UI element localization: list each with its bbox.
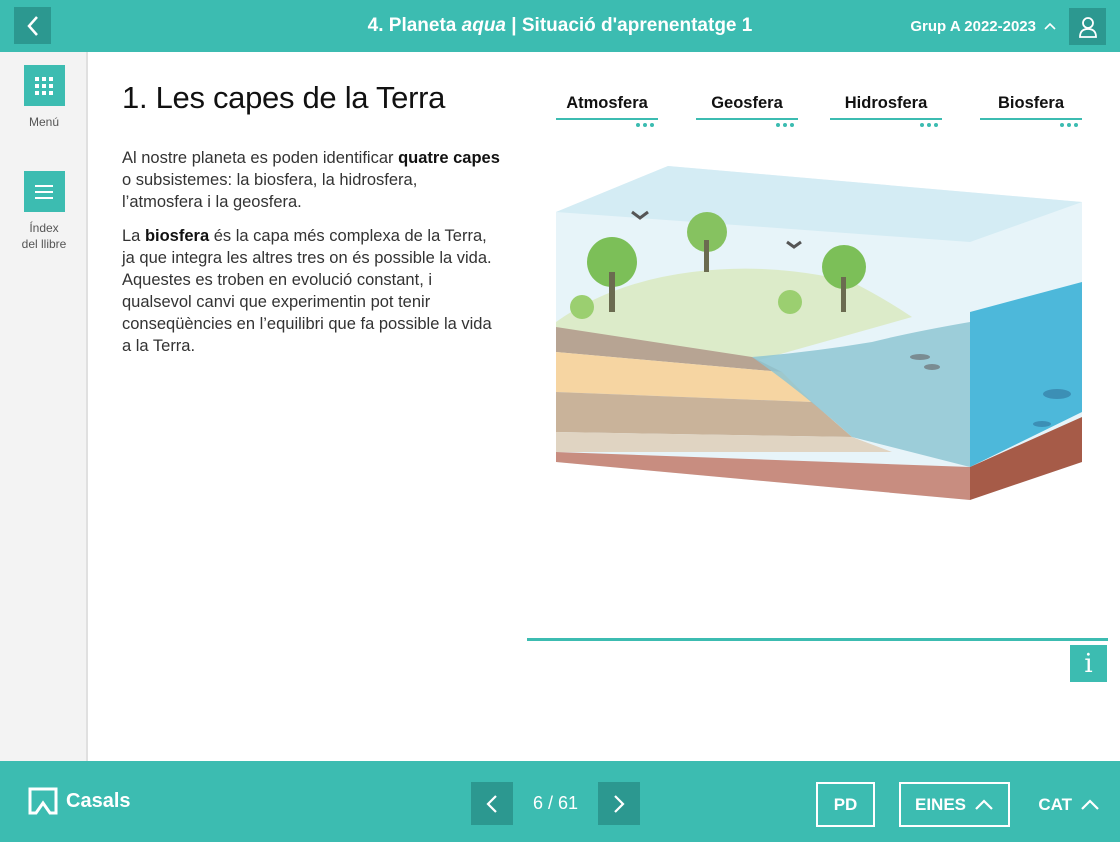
- menu-button[interactable]: [23, 65, 65, 106]
- more-dots-icon: [556, 123, 658, 127]
- sidebar-item-menu[interactable]: Menú: [0, 65, 88, 130]
- info-button[interactable]: i: [1070, 645, 1107, 682]
- sidebar: Menú Índex del llibre: [0, 52, 88, 761]
- language-selector[interactable]: CAT: [1038, 782, 1100, 827]
- chevron-left-icon: [486, 794, 497, 813]
- casals-logo-icon: [28, 787, 58, 815]
- group-selector[interactable]: Grup A 2022-2023: [910, 0, 1056, 52]
- group-label: Grup A 2022-2023: [910, 17, 1036, 35]
- paragraph-intro: Al nostre planeta es poden identificar q…: [122, 149, 500, 211]
- top-bar: 4. Planeta aqua | Situació d'aprenentatg…: [0, 0, 1120, 52]
- earth-layers-illustration: [556, 166, 1082, 500]
- back-button[interactable]: [14, 7, 51, 44]
- brand-name: Casals: [66, 789, 131, 812]
- chevron-right-icon: [614, 794, 625, 813]
- more-dots-icon: [980, 123, 1082, 127]
- chevron-left-icon: [26, 15, 38, 36]
- grid-icon: [35, 76, 53, 95]
- sidebar-item-label: Índex del llibre: [21, 221, 67, 251]
- tab-geosfera[interactable]: Geosfera: [696, 92, 798, 127]
- chevron-up-icon: [975, 798, 993, 810]
- index-button[interactable]: [23, 171, 65, 212]
- paragraph-biosphere: La biosfera és la capa més complexa de l…: [122, 227, 492, 355]
- user-icon: [1078, 16, 1097, 38]
- content-divider: [527, 638, 1108, 641]
- tab-biosfera[interactable]: Biosfera: [980, 92, 1082, 127]
- tools-button[interactable]: EINES: [899, 782, 1010, 827]
- page-navigator: 6 / 61: [471, 782, 640, 825]
- previous-page-button[interactable]: [471, 782, 513, 825]
- list-icon: [35, 184, 53, 199]
- pd-button[interactable]: PD: [816, 782, 875, 827]
- tab-atmosfera[interactable]: Atmosfera: [556, 92, 658, 127]
- chevron-up-icon: [1044, 22, 1056, 30]
- tab-hidrosfera[interactable]: Hidrosfera: [830, 92, 942, 127]
- main-content: 1. Les capes de la Terra Al nostre plane…: [90, 52, 1120, 761]
- page-title: 1. Les capes de la Terra: [122, 80, 446, 115]
- body-text: Al nostre planeta es poden identificar q…: [122, 147, 502, 369]
- more-dots-icon: [830, 123, 942, 127]
- user-profile-button[interactable]: [1069, 8, 1106, 45]
- sidebar-item-label: Menú: [28, 115, 60, 129]
- footer-bar: Casals 6 / 61 PD EINES CAT: [0, 761, 1120, 842]
- chevron-up-icon: [1081, 798, 1099, 810]
- more-dots-icon: [696, 123, 798, 127]
- sidebar-item-index[interactable]: Índex del llibre: [0, 171, 88, 252]
- page-indicator: 6 / 61: [532, 793, 579, 813]
- brand-logo: Casals: [28, 787, 131, 815]
- next-page-button[interactable]: [598, 782, 640, 825]
